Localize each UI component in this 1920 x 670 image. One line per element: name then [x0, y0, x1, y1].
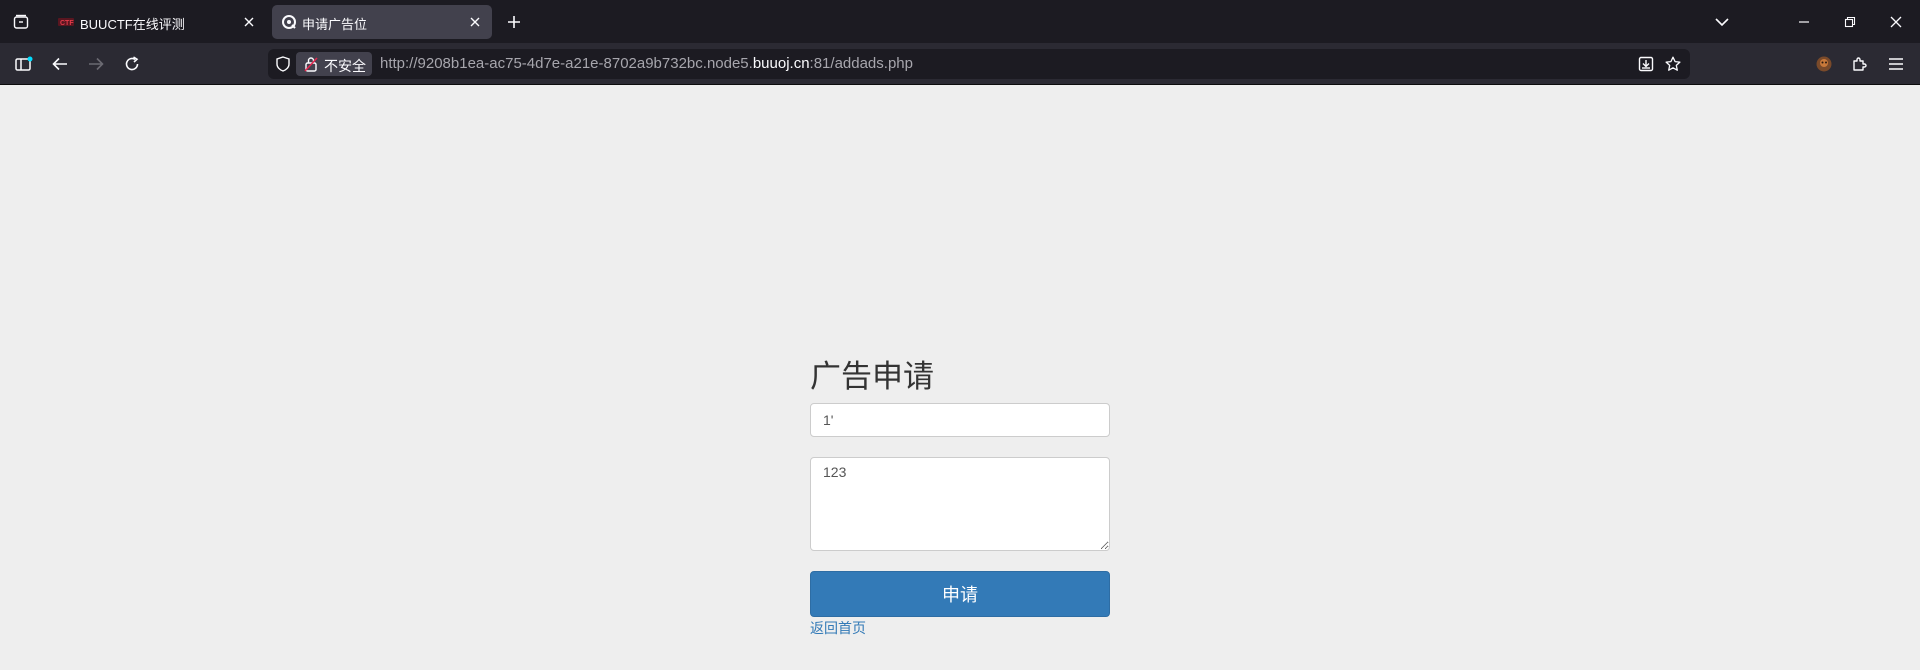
list-all-tabs-icon[interactable] [1710, 10, 1734, 34]
apply-submit-button[interactable]: 申请 [810, 571, 1110, 617]
tab-title: 申请广告位 [302, 17, 368, 32]
extensions-puzzle-icon[interactable] [1848, 52, 1872, 76]
svg-text:CTF: CTF [60, 20, 74, 27]
connection-insecure-chip[interactable]: 不安全 [296, 52, 372, 76]
restore-window-icon[interactable] [1838, 10, 1862, 34]
ad-title-input[interactable] [810, 403, 1110, 437]
bookmark-star-icon[interactable] [1661, 52, 1685, 76]
url-prefix: http://9208b1ea-ac75-4d7e-a21e-8702a9b73… [380, 55, 753, 72]
url-suffix: :81/addads.php [809, 55, 913, 72]
new-tab-icon[interactable] [502, 10, 526, 34]
close-tab-icon[interactable] [466, 13, 484, 31]
url-host: buuoj.cn [752, 55, 810, 72]
insecure-lock-icon [303, 56, 319, 72]
close-tab-icon[interactable] [240, 13, 258, 31]
tab-title: BUUCTF在线评测 [80, 17, 185, 32]
extension-avatar-icon[interactable] [1812, 52, 1836, 76]
url-text[interactable]: http://9208b1ea-ac75-4d7e-a21e-8702a9b73… [380, 55, 913, 72]
back-to-home-link[interactable]: 返回首页 [810, 618, 866, 638]
page-content: 广告申请 123 申请 返回首页 [0, 86, 1920, 670]
close-window-icon[interactable] [1884, 10, 1908, 34]
ad-content-textarea[interactable]: 123 [810, 457, 1110, 551]
minimize-window-icon[interactable] [1792, 10, 1816, 34]
tab-apply-ad[interactable]: 申请广告位 [272, 5, 492, 39]
sidebar-toggle-icon[interactable] [12, 52, 36, 76]
firefox-view-icon[interactable] [9, 10, 33, 34]
forward-icon[interactable] [84, 52, 108, 76]
back-icon[interactable] [48, 52, 72, 76]
tab-bar: CTF BUUCTF在线评测 申请广告位 [0, 0, 1920, 43]
tracking-protection-shield-icon[interactable] [271, 52, 295, 76]
reload-icon[interactable] [120, 52, 144, 76]
buuctf-favicon-icon: CTF [58, 18, 74, 27]
app-menu-hamburger-icon[interactable] [1884, 52, 1908, 76]
page-favicon-icon [282, 15, 296, 29]
page-action-download-icon[interactable] [1634, 52, 1658, 76]
insecure-label: 不安全 [324, 58, 366, 74]
tab-buuctf[interactable]: CTF BUUCTF在线评测 [44, 5, 266, 39]
page-title: 广告申请 [810, 359, 934, 394]
